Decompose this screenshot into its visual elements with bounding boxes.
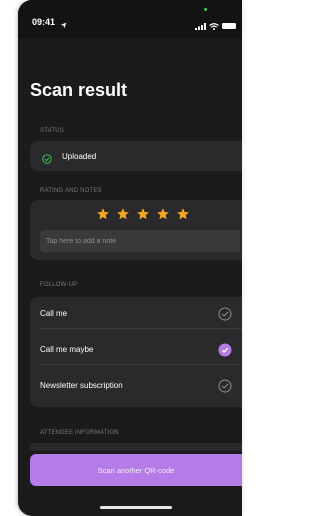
- followup-option-label: Newsletter subscription: [40, 381, 123, 390]
- section-label-followup: FOLLOW-UP: [40, 282, 78, 288]
- location-arrow-icon: [60, 16, 67, 34]
- phone-screen: 09:41 Scan result STATUS Uploaded RATING…: [18, 0, 242, 516]
- followup-option-label: Call me maybe: [40, 345, 94, 354]
- star-icon[interactable]: [116, 207, 130, 226]
- home-indicator: [100, 506, 172, 509]
- wifi-icon: [209, 17, 219, 35]
- uploaded-check-icon: [42, 151, 52, 169]
- status-time: 09:41: [32, 17, 56, 27]
- unchecked-circle-icon[interactable]: [218, 307, 232, 326]
- unchecked-circle-icon[interactable]: [218, 379, 232, 398]
- followup-option-label: Call me: [40, 309, 68, 318]
- status-card: Uploaded: [30, 141, 242, 171]
- followup-card: Call me Call me maybe Newsletter subscri…: [30, 297, 242, 407]
- followup-option-call-me[interactable]: Call me: [30, 299, 242, 329]
- status-value: Uploaded: [62, 152, 97, 161]
- attendee-card-partial: [30, 443, 242, 451]
- section-label-status: STATUS: [40, 128, 64, 134]
- status-bar: 09:41: [18, 0, 242, 38]
- checked-circle-icon[interactable]: [218, 343, 232, 362]
- signal-icon: [195, 17, 206, 35]
- note-input[interactable]: [40, 230, 240, 252]
- star-icon[interactable]: [176, 207, 190, 226]
- system-icons: [195, 17, 236, 35]
- page-title: Scan result: [30, 80, 128, 100]
- star-icon[interactable]: [96, 207, 110, 226]
- scan-another-button[interactable]: Scan another QR-code: [30, 454, 242, 486]
- section-label-attendee: ATTENDEE INFORMATION: [40, 430, 119, 436]
- row-divider: [40, 364, 242, 365]
- star-icon[interactable]: [156, 207, 170, 226]
- rating-card: [30, 200, 242, 260]
- section-label-rating: RATING AND NOTES: [40, 188, 102, 194]
- battery-icon: [222, 23, 236, 29]
- row-divider: [40, 328, 242, 329]
- followup-option-newsletter[interactable]: Newsletter subscription: [30, 371, 242, 401]
- privacy-indicator-icon: [204, 8, 207, 11]
- followup-option-call-me-maybe[interactable]: Call me maybe: [30, 335, 242, 365]
- star-icon[interactable]: [136, 207, 150, 226]
- star-rating[interactable]: [96, 207, 190, 226]
